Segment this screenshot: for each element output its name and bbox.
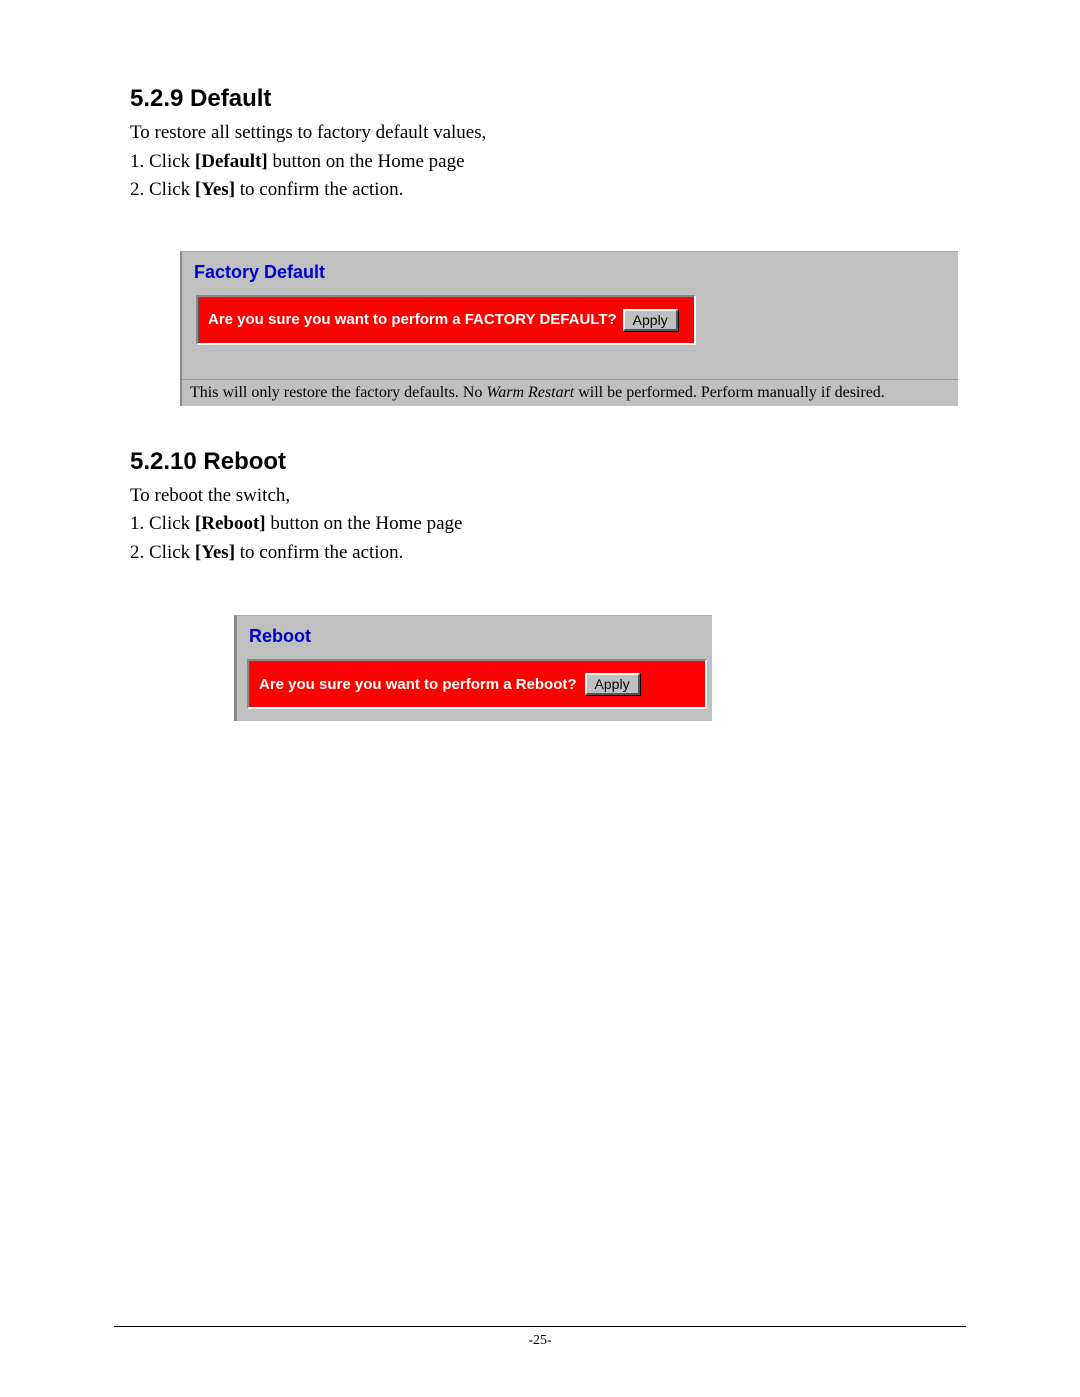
factory-default-panel: Factory Default Are you sure you want to… — [180, 251, 958, 406]
step1-bold-r: [Reboot] — [195, 513, 266, 534]
page: 5.2.9 Default To restore all settings to… — [0, 0, 1080, 1397]
step1-b-r: button on the Home page — [266, 513, 463, 534]
step2-default: 2. Click [Yes] to confirm the action. — [130, 176, 950, 205]
step1-bold: [Default] — [195, 151, 268, 172]
page-number: -25- — [0, 1333, 1080, 1349]
step1-num-r: 1. — [130, 513, 149, 534]
step1-a: Click — [149, 151, 195, 172]
factory-default-confirm-box: Are you sure you want to perform a FACTO… — [196, 295, 696, 345]
intro-reboot: To reboot the switch, — [130, 482, 950, 511]
factory-default-apply-button[interactable]: Apply — [623, 309, 678, 331]
step2-bold: [Yes] — [195, 179, 235, 200]
step1-b: button on the Home page — [268, 151, 465, 172]
note-a: This will only restore the factory defau… — [190, 384, 486, 401]
step1-default: 1. Click [Default] button on the Home pa… — [130, 148, 950, 177]
step1-reboot: 1. Click [Reboot] button on the Home pag… — [130, 510, 950, 539]
reboot-question: Are you sure you want to perform a Reboo… — [259, 676, 577, 693]
step2-num-r: 2. — [130, 542, 149, 563]
note-italic: Warm Restart — [486, 384, 574, 401]
factory-default-title: Factory Default — [182, 252, 958, 295]
footer-rule — [114, 1326, 966, 1327]
step2-a-r: Click — [149, 542, 195, 563]
reboot-confirm-box: Are you sure you want to perform a Reboo… — [247, 659, 707, 709]
step2-bold-r: [Yes] — [195, 542, 235, 563]
intro-default: To restore all settings to factory defau… — [130, 119, 950, 148]
heading-default: 5.2.9 Default — [130, 85, 950, 113]
reboot-apply-button[interactable]: Apply — [585, 673, 640, 695]
step2-b-r: to confirm the action. — [235, 542, 403, 563]
reboot-title: Reboot — [237, 616, 712, 659]
factory-default-question: Are you sure you want to perform a FACTO… — [208, 311, 617, 328]
step2-a: Click — [149, 179, 195, 200]
spacer — [182, 345, 958, 379]
reboot-panel: Reboot Are you sure you want to perform … — [234, 615, 712, 721]
factory-default-note: This will only restore the factory defau… — [182, 379, 958, 406]
heading-reboot: 5.2.10 Reboot — [130, 448, 950, 476]
step2-reboot: 2. Click [Yes] to confirm the action. — [130, 539, 950, 568]
step2-b: to confirm the action. — [235, 179, 403, 200]
step1-a-r: Click — [149, 513, 195, 534]
step1-num: 1. — [130, 151, 149, 172]
note-b: will be performed. Perform manually if d… — [574, 384, 885, 401]
step2-num: 2. — [130, 179, 149, 200]
